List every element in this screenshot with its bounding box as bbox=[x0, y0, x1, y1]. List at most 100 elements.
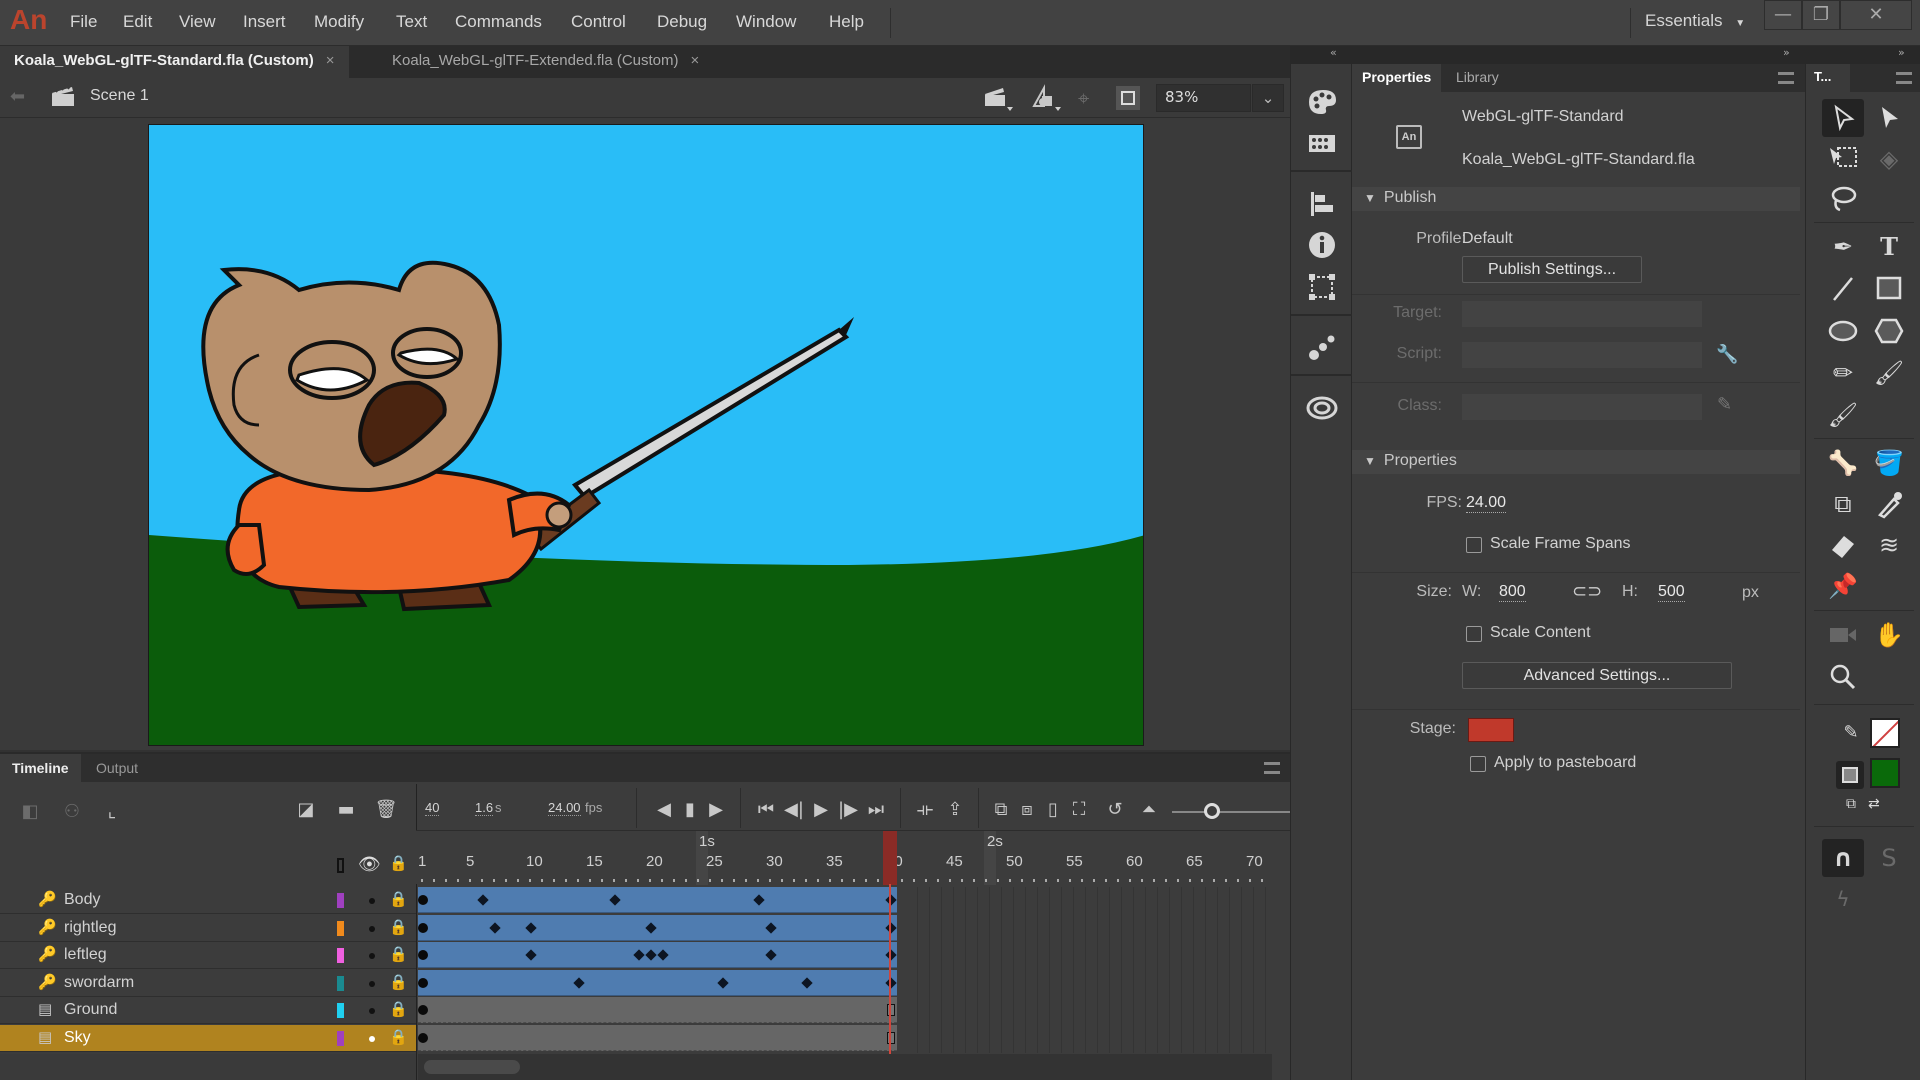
onion-skin-icon[interactable]: ⧉ bbox=[987, 796, 1015, 824]
loop-icon[interactable]: ⇪ bbox=[941, 796, 969, 824]
visibility-dot-icon[interactable] bbox=[369, 925, 375, 932]
menu-modify[interactable]: Modify bbox=[314, 12, 364, 32]
center-frame-icon[interactable]: ⟛ bbox=[911, 796, 939, 824]
edit-scene-icon[interactable] bbox=[983, 84, 1013, 112]
start-keyframe[interactable] bbox=[418, 977, 428, 988]
menu-debug[interactable]: Debug bbox=[657, 12, 707, 32]
publish-section-header[interactable]: ▼ Publish bbox=[1352, 187, 1800, 211]
lock-icon[interactable]: 🔒 bbox=[389, 945, 408, 963]
collapse-left-icon[interactable]: « bbox=[1330, 46, 1337, 59]
frame-size-icon[interactable]: ⏶ bbox=[1135, 796, 1163, 824]
go-to-first-frame-icon[interactable]: ⏮ bbox=[752, 796, 780, 824]
lasso-tool-icon[interactable] bbox=[1822, 180, 1864, 218]
selection-tool-icon[interactable] bbox=[1822, 99, 1864, 137]
swap-colors-icon[interactable]: ⇄ bbox=[1868, 796, 1880, 812]
next-keyframe-icon[interactable]: ▶ bbox=[702, 796, 730, 824]
apply-to-pasteboard-checkbox[interactable] bbox=[1470, 756, 1486, 772]
fps-value[interactable]: 24.00 bbox=[1466, 494, 1507, 513]
menu-view[interactable]: View bbox=[179, 12, 216, 32]
layer-color-swatch[interactable] bbox=[337, 975, 344, 991]
doc-tab-extended[interactable]: Koala_WebGL-glTF-Extended.fla (Custom) × bbox=[378, 46, 713, 78]
paint-bucket-tool-icon[interactable]: 🪣 bbox=[1868, 444, 1910, 482]
polystar-tool-icon[interactable] bbox=[1868, 312, 1910, 350]
asset-warp-tool-icon[interactable]: 📌 bbox=[1822, 567, 1864, 605]
fps-field[interactable]: 24.00 bbox=[548, 800, 581, 816]
tab-library[interactable]: Library bbox=[1446, 64, 1509, 92]
doc-tab-standard[interactable]: Koala_WebGL-glTF-Standard.fla (Custom) × bbox=[0, 46, 349, 78]
start-keyframe[interactable] bbox=[418, 922, 428, 933]
height-value[interactable]: 500 bbox=[1658, 583, 1685, 602]
go-to-last-frame-icon[interactable]: ⏭ bbox=[862, 796, 890, 824]
stage[interactable] bbox=[148, 124, 1144, 746]
lock-icon[interactable]: 🔒 bbox=[389, 973, 408, 991]
target-select[interactable] bbox=[1462, 301, 1702, 327]
layer-name[interactable]: Sky bbox=[64, 1029, 91, 1047]
hand-tool-icon[interactable]: ✋ bbox=[1868, 616, 1910, 654]
start-keyframe[interactable] bbox=[418, 950, 428, 960]
straighten-icon[interactable]: ϟ bbox=[1822, 880, 1864, 918]
frame-ruler[interactable]: 15101520253035404550556065701s2s bbox=[416, 830, 1290, 885]
motion-tween-span[interactable] bbox=[418, 887, 897, 913]
tab-properties[interactable]: Properties bbox=[1352, 64, 1442, 92]
visibility-dot-icon[interactable] bbox=[369, 1035, 375, 1042]
edit-symbols-icon[interactable] bbox=[1030, 84, 1062, 112]
visibility-dot-icon[interactable] bbox=[369, 953, 375, 959]
timeline-scroll-thumb[interactable] bbox=[424, 1060, 520, 1074]
3d-rotation-tool-icon[interactable]: ◈ bbox=[1868, 140, 1910, 178]
timeline-zoom-handle[interactable] bbox=[1204, 803, 1220, 819]
layer-row-ground[interactable]: ▤ Ground 🔒 bbox=[0, 997, 416, 1024]
step-back-icon[interactable]: ◀| bbox=[780, 796, 808, 824]
color-icon[interactable] bbox=[1305, 84, 1339, 118]
ink-bottle-tool-icon[interactable]: ⧉ bbox=[1822, 485, 1864, 523]
menu-commands[interactable]: Commands bbox=[455, 12, 542, 32]
transform-icon[interactable] bbox=[1305, 270, 1339, 304]
menu-insert[interactable]: Insert bbox=[243, 12, 286, 32]
link-icon[interactable]: ⊂⊃ bbox=[1572, 581, 1602, 602]
menu-file[interactable]: File bbox=[70, 12, 97, 32]
publish-settings-button[interactable]: Publish Settings... bbox=[1462, 256, 1642, 283]
lock-icon[interactable]: 🔒 bbox=[389, 854, 408, 872]
elapsed-time[interactable]: 1.6 bbox=[475, 800, 494, 816]
oval-tool-icon[interactable] bbox=[1822, 312, 1864, 350]
center-stage-icon[interactable]: ⌖ bbox=[1078, 86, 1089, 110]
collapse-tools-icon[interactable]: » bbox=[1898, 46, 1905, 59]
tab-timeline[interactable]: Timeline bbox=[0, 754, 81, 782]
static-frame-span[interactable] bbox=[418, 1024, 897, 1051]
class-input[interactable] bbox=[1462, 394, 1702, 420]
eyedropper-tool-icon[interactable] bbox=[1868, 485, 1910, 523]
layer-name[interactable]: swordarm bbox=[64, 974, 134, 992]
layer-name[interactable]: rightleg bbox=[64, 919, 116, 937]
free-transform-tool-icon[interactable] bbox=[1822, 140, 1864, 178]
start-keyframe[interactable] bbox=[418, 1005, 428, 1015]
zoom-input[interactable]: 83% bbox=[1156, 84, 1251, 112]
layer-row-sky[interactable]: ▤ Sky 🔒 bbox=[0, 1024, 416, 1052]
lock-icon[interactable]: 🔒 bbox=[389, 918, 408, 936]
prev-keyframe-icon[interactable]: ◀ bbox=[650, 796, 678, 824]
modify-onion-markers-icon[interactable]: ⛶ bbox=[1065, 796, 1093, 824]
layer-color-swatch[interactable] bbox=[337, 948, 344, 963]
delete-layer-icon[interactable]: 🗑 bbox=[372, 796, 400, 824]
menu-help[interactable]: Help bbox=[829, 12, 864, 32]
layer-color-swatch[interactable] bbox=[337, 893, 344, 908]
pencil-tool-icon[interactable]: ✏ bbox=[1822, 354, 1864, 392]
layer-row-body[interactable]: 🔑 Body 🔒 bbox=[0, 887, 416, 914]
menu-edit[interactable]: Edit bbox=[123, 12, 152, 32]
zoom-dropdown-chevron-icon[interactable]: ⌄ bbox=[1252, 84, 1284, 112]
text-tool-icon[interactable]: T bbox=[1868, 228, 1910, 266]
minimize-button[interactable]: — bbox=[1764, 0, 1802, 30]
outline-column-icon[interactable] bbox=[337, 858, 344, 873]
bone-tool-icon[interactable]: 🦴 bbox=[1822, 444, 1864, 482]
menu-window[interactable]: Window bbox=[736, 12, 796, 32]
tab-output[interactable]: Output bbox=[84, 754, 150, 782]
eye-icon[interactable]: 👁 bbox=[358, 854, 381, 875]
brush-tool-icon[interactable]: 🖌 bbox=[1868, 354, 1910, 392]
panel-menu-icon[interactable] bbox=[1778, 72, 1794, 84]
wrench-icon[interactable]: 🔧 bbox=[1716, 344, 1738, 365]
onion-skin-outlines-icon[interactable]: ⧈ bbox=[1013, 796, 1041, 824]
info-icon[interactable] bbox=[1305, 228, 1339, 262]
workspace-switcher[interactable]: Essentials ▼ bbox=[1645, 11, 1745, 31]
width-tool-icon[interactable]: ≋ bbox=[1868, 526, 1910, 564]
motion-presets-icon[interactable] bbox=[1305, 330, 1339, 364]
align-icon[interactable] bbox=[1305, 186, 1339, 220]
lock-icon[interactable]: 🔒 bbox=[389, 890, 408, 908]
